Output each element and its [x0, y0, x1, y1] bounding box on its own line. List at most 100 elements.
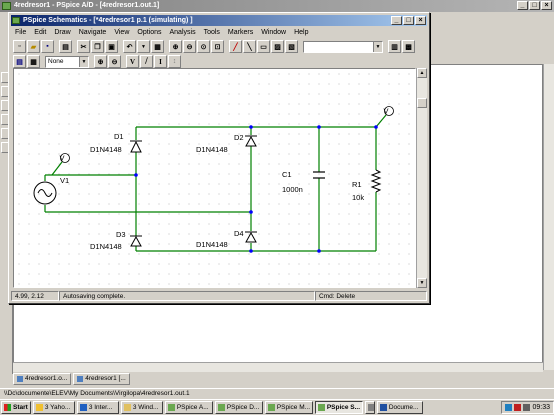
task-pspice-schematics[interactable]: PSpice S...	[314, 401, 363, 414]
edit-attributes-icon[interactable]: ▧	[285, 40, 298, 53]
zoom-area-icon[interactable]: ⊙	[197, 40, 210, 53]
status-coordinates: 4.99, 2.12	[11, 291, 59, 301]
pspice-icon	[217, 404, 225, 411]
menu-draw[interactable]: Draw	[50, 27, 74, 38]
add-text-icon[interactable]: ↕	[168, 55, 181, 68]
undo-icon[interactable]: ↶	[123, 40, 136, 53]
menu-options[interactable]: Options	[133, 27, 165, 38]
document-icon	[77, 376, 84, 382]
outer-vertical-scrollbar[interactable]	[543, 64, 554, 370]
menu-markers[interactable]: Markers	[224, 27, 257, 38]
paste-icon[interactable]: ▣	[105, 40, 118, 53]
schematic-canvas[interactable]: V V D1 D1N4148 D2 D1N4148 V1 D3 D1N4148 …	[13, 68, 416, 288]
setup-analysis-icon[interactable]: ▥	[388, 40, 401, 53]
outer-close-button[interactable]: ×	[541, 1, 552, 10]
pspice-icon	[167, 404, 175, 411]
zoom-fit-icon[interactable]: ⊡	[211, 40, 224, 53]
folder-icon	[123, 404, 131, 411]
task-small[interactable]	[364, 401, 375, 414]
menu-tools[interactable]: Tools	[200, 27, 224, 38]
schematics-status-bar: 4.99, 2.12 Autosaving complete. Cmd: Del…	[11, 291, 427, 301]
open-folder-icon[interactable]: ▰	[27, 40, 40, 53]
copy-icon[interactable]: ❐	[91, 40, 104, 53]
pspice-icon	[317, 404, 325, 411]
menu-navigate[interactable]: Navigate	[75, 27, 111, 38]
cut-icon[interactable]: ✂	[77, 40, 90, 53]
clock[interactable]: 09:33	[532, 404, 550, 411]
schematics-close-button[interactable]: ×	[415, 16, 426, 25]
schematics-toolbar-markers: ▤ ▦ None ▼ ⊕ ⊖ V ⧸ I ↕	[11, 54, 427, 69]
menu-edit[interactable]: Edit	[30, 27, 50, 38]
menu-file[interactable]: File	[11, 27, 30, 38]
zoom-in-icon[interactable]: ⊕	[169, 40, 182, 53]
task-documents[interactable]: Docume...	[376, 401, 423, 414]
menu-window[interactable]: Window	[257, 27, 290, 38]
doc-tab-output[interactable]: 4redresor1.o...	[13, 373, 72, 385]
schematics-vertical-scrollbar[interactable]: ▲ ▼	[416, 68, 427, 288]
new-file-icon[interactable]: ▫	[13, 40, 26, 53]
chevron-down-icon[interactable]: ▼	[373, 41, 382, 52]
antivirus-icon[interactable]	[514, 404, 522, 411]
start-button[interactable]: Start	[1, 401, 31, 414]
draw-block-icon[interactable]: ▭	[257, 40, 270, 53]
print-icon[interactable]: ▤	[59, 40, 72, 53]
network-icon[interactable]	[505, 404, 513, 411]
schematic-drawing	[33, 106, 394, 253]
messenger-icon	[35, 404, 43, 411]
probe-zoom-icon[interactable]: ⊕	[94, 55, 107, 68]
task-pspice-ad[interactable]: PSpice A...	[164, 401, 213, 414]
display-filter-combo[interactable]: None ▼	[45, 55, 89, 68]
current-marker-icon[interactable]: I	[154, 55, 167, 68]
schematics-title-bar: PSpice Schematics - [*4redresor1 p.1 (si…	[11, 15, 427, 26]
volume-icon[interactable]	[523, 404, 531, 411]
outer-window-title: 4redresor1 - PSpice A/D - [4redresor1.ou…	[14, 2, 160, 9]
redraw-icon[interactable]: ▦	[151, 40, 164, 53]
draw-wire-icon[interactable]: ╱	[229, 40, 242, 53]
pspice-app-icon	[2, 2, 11, 10]
schematics-menu-bar: File Edit Draw Navigate View Options Ana…	[11, 27, 427, 38]
outer-maximize-button[interactable]: □	[529, 1, 540, 10]
schematics-minimize-button[interactable]: _	[391, 16, 402, 25]
doc-tab-probe[interactable]: 4redresor1 [...	[73, 373, 130, 385]
task-windows[interactable]: 3 Wind...	[120, 401, 163, 414]
dropdown-arrow-icon[interactable]: ▼	[137, 40, 150, 53]
menu-view[interactable]: View	[110, 27, 133, 38]
task-yahoo[interactable]: 3 Yaho...	[32, 401, 75, 414]
show-bias-icon[interactable]: ▦	[27, 55, 40, 68]
draw-bus-icon[interactable]: ╲	[243, 40, 256, 53]
simulate-icon[interactable]: ▩	[402, 40, 415, 53]
scroll-up-icon[interactable]: ▲	[417, 68, 427, 78]
zoom-out-icon[interactable]: ⊖	[183, 40, 196, 53]
document-icon	[17, 376, 23, 382]
enable-bias-display-icon[interactable]: ▤	[13, 55, 26, 68]
schematics-window: PSpice Schematics - [*4redresor1 p.1 (si…	[8, 12, 430, 304]
get-part-icon[interactable]: ▨	[271, 40, 284, 53]
display-filter-value: None	[48, 57, 64, 65]
scroll-down-icon[interactable]: ▼	[417, 278, 427, 288]
windows-logo-icon	[4, 404, 11, 411]
probe-zoom-out-icon[interactable]: ⊖	[108, 55, 121, 68]
pspice-icon	[267, 404, 275, 411]
voltage-diff-marker-icon[interactable]: ⧸	[140, 55, 153, 68]
schematics-app-icon	[12, 17, 20, 24]
menu-help[interactable]: Help	[290, 27, 312, 38]
system-tray: 09:33	[501, 401, 554, 414]
outer-minimize-button[interactable]: _	[517, 1, 528, 10]
voltage-marker-icon[interactable]: V	[126, 55, 139, 68]
outer-doc-tabs: 4redresor1.o... 4redresor1 [...	[13, 373, 130, 385]
task-internet[interactable]: 3 Inter...	[76, 401, 119, 414]
schematics-toolbar-main: ▫ ▰ ▪ ▤ ✂ ❐ ▣ ↶ ▼ ▦ ⊕ ⊖ ⊙ ⊡ ╱ ╲ ▭ ▨ ▧ ▼ …	[11, 39, 427, 54]
browser-icon	[79, 404, 87, 411]
chevron-down-icon[interactable]: ▼	[79, 56, 88, 67]
schematics-window-title: PSpice Schematics - [*4redresor1 p.1 (si…	[23, 17, 193, 24]
status-message: Autosaving complete.	[59, 291, 315, 301]
scroll-thumb[interactable]	[417, 98, 427, 108]
outer-horizontal-scrollbar[interactable]	[13, 362, 543, 372]
task-pspice-d[interactable]: PSpice D...	[214, 401, 263, 414]
windows-taskbar: Start 3 Yaho... 3 Inter... 3 Wind... PSp…	[0, 399, 554, 415]
menu-analysis[interactable]: Analysis	[166, 27, 200, 38]
task-pspice-m[interactable]: PSpice M...	[264, 401, 313, 414]
schematics-maximize-button[interactable]: □	[403, 16, 414, 25]
part-name-combo[interactable]: ▼	[303, 40, 383, 53]
save-icon[interactable]: ▪	[41, 40, 54, 53]
